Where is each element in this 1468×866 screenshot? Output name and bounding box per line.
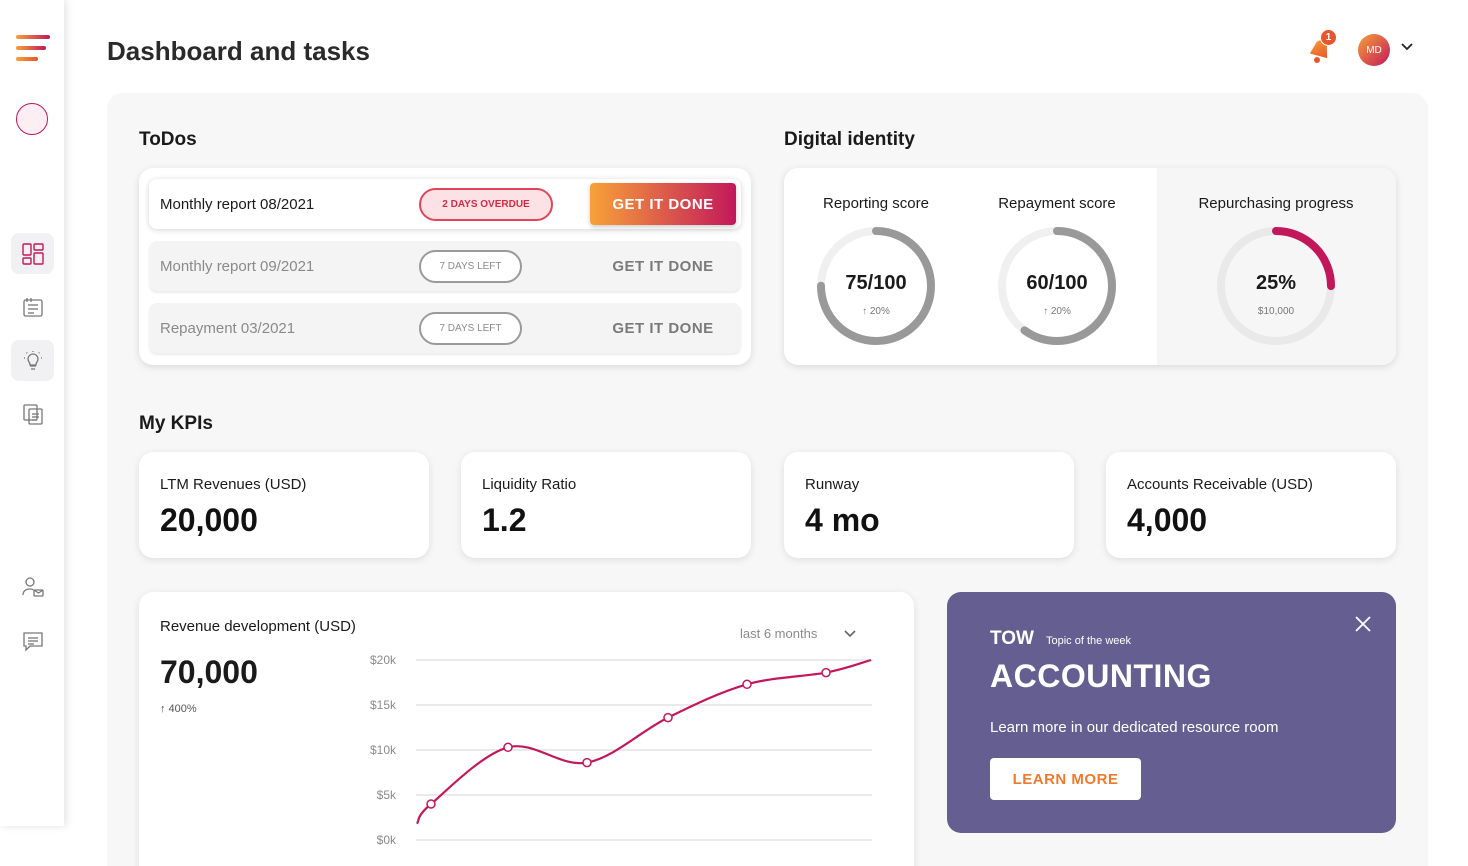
- get-it-done-button[interactable]: GET IT DONE: [590, 307, 736, 349]
- gauge-change: ↑ 20%: [862, 306, 890, 317]
- gauge-title: Repurchasing progress: [1198, 195, 1354, 212]
- kpi-card: Accounts Receivable (USD) 4,000: [1106, 452, 1396, 558]
- digital-identity-title: Digital identity: [784, 129, 915, 150]
- kpi-label: LTM Revenues (USD): [160, 476, 307, 493]
- status-badge: 2 DAYS OVERDUE: [419, 187, 553, 221]
- todo-item: Monthly report 08/2021 2 DAYS OVERDUE GE…: [149, 179, 741, 229]
- chevron-down-icon[interactable]: [1400, 42, 1414, 52]
- data-point[interactable]: [821, 667, 831, 678]
- y-tick-label: $5k: [377, 788, 397, 802]
- kpi-label: Runway: [805, 476, 860, 493]
- digital-identity-card: Reporting score 75/100 ↑ 20% Repayment s…: [784, 168, 1396, 365]
- status-badge: 7 DAYS LEFT: [419, 249, 522, 283]
- user-mail-icon: [21, 576, 44, 597]
- revenue-series-line: [416, 658, 872, 825]
- revenue-line-chart: $20k $15k $10k $5k $0k: [370, 653, 872, 847]
- revenue-card: Revenue development (USD) 70,000 ↑ 400% …: [139, 592, 914, 866]
- tow-title: ACCOUNTING: [990, 658, 1212, 694]
- gauge-title: Reporting score: [823, 195, 929, 212]
- gauge-value: 25%: [1255, 272, 1297, 294]
- reporting-score-gauge: Reporting score 75/100 ↑ 20%: [786, 168, 966, 365]
- sidebar-item-dashboard[interactable]: [11, 233, 54, 274]
- data-point[interactable]: [503, 742, 513, 753]
- todo-item: Monthly report 09/2021 7 DAYS LEFT GET I…: [149, 241, 741, 291]
- get-it-done-button[interactable]: GET IT DONE: [590, 245, 736, 287]
- todo-label: Repayment 03/2021: [160, 319, 296, 337]
- data-point[interactable]: [582, 757, 592, 768]
- kpis-title: My KPIs: [139, 413, 213, 434]
- kpi-card: Runway 4 mo: [784, 452, 1074, 558]
- dashboard-icon: [21, 242, 44, 265]
- tow-tag: TOW: [990, 628, 1034, 649]
- gauge-change: ↑ 20%: [1043, 306, 1071, 317]
- gauge-value: 60/100: [1026, 272, 1088, 294]
- kpi-card: Liquidity Ratio 1.2: [461, 452, 751, 558]
- todos-title: ToDos: [139, 129, 197, 150]
- repurchasing-progress-gauge: Repurchasing progress 25% $10,000: [1186, 168, 1366, 365]
- kpi-value: 20,000: [160, 502, 258, 538]
- todo-label: Monthly report 09/2021: [160, 257, 315, 275]
- page-title: Dashboard and tasks: [107, 36, 370, 66]
- y-tick-label: $10k: [370, 743, 397, 757]
- kpi-value: 1.2: [482, 502, 527, 538]
- chat-icon: [22, 631, 43, 652]
- sidebar-item-contact[interactable]: [11, 566, 54, 607]
- user-avatar[interactable]: MD: [1358, 34, 1390, 66]
- gauge-value: 75/100: [845, 272, 907, 294]
- tow-description: Learn more in our dedicated resource roo…: [990, 719, 1279, 736]
- data-point[interactable]: [426, 799, 436, 809]
- notification-badge: 1: [1320, 29, 1337, 46]
- data-point[interactable]: [742, 679, 752, 690]
- lightbulb-icon: [23, 350, 42, 370]
- learn-more-button[interactable]: LEARN MORE: [990, 758, 1141, 800]
- repayment-score-gauge: Repayment score 60/100 ↑ 20%: [967, 168, 1147, 365]
- status-badge: 7 DAYS LEFT: [419, 311, 522, 345]
- copy-documents-icon: [22, 403, 43, 425]
- kpi-value: 4 mo: [805, 502, 880, 538]
- menu-logo-icon[interactable]: [16, 35, 50, 65]
- kpi-card: LTM Revenues (USD) 20,000: [139, 452, 429, 558]
- kpi-label: Accounts Receivable (USD): [1127, 476, 1313, 493]
- sidebar-item-messages[interactable]: [11, 620, 54, 661]
- y-tick-label: $0k: [377, 833, 397, 847]
- y-tick-label: $20k: [370, 653, 397, 667]
- sidebar-item-reports[interactable]: [11, 287, 54, 328]
- y-tick-label: $15k: [370, 698, 397, 712]
- sidebar: [0, 0, 64, 826]
- kpi-value: 4,000: [1127, 502, 1208, 538]
- kpi-label: Liquidity Ratio: [482, 476, 577, 493]
- sidebar-item-ideas[interactable]: [11, 340, 54, 381]
- data-point[interactable]: [663, 712, 673, 723]
- todo-label: Monthly report 08/2021: [160, 195, 315, 213]
- company-avatar[interactable]: [16, 103, 48, 135]
- sidebar-item-documents[interactable]: [11, 393, 54, 434]
- gauge-title: Repayment score: [998, 195, 1116, 212]
- topic-of-week-card: TOW Topic of the week ACCOUNTING Learn m…: [947, 592, 1396, 833]
- todo-item: Repayment 03/2021 7 DAYS LEFT GET IT DON…: [149, 303, 741, 353]
- get-it-done-button[interactable]: GET IT DONE: [590, 183, 736, 225]
- tow-tag-subtitle: Topic of the week: [1046, 635, 1131, 647]
- gauge-amount: $10,000: [1257, 306, 1295, 317]
- close-icon[interactable]: [1355, 616, 1371, 632]
- document-icon: [22, 297, 43, 317]
